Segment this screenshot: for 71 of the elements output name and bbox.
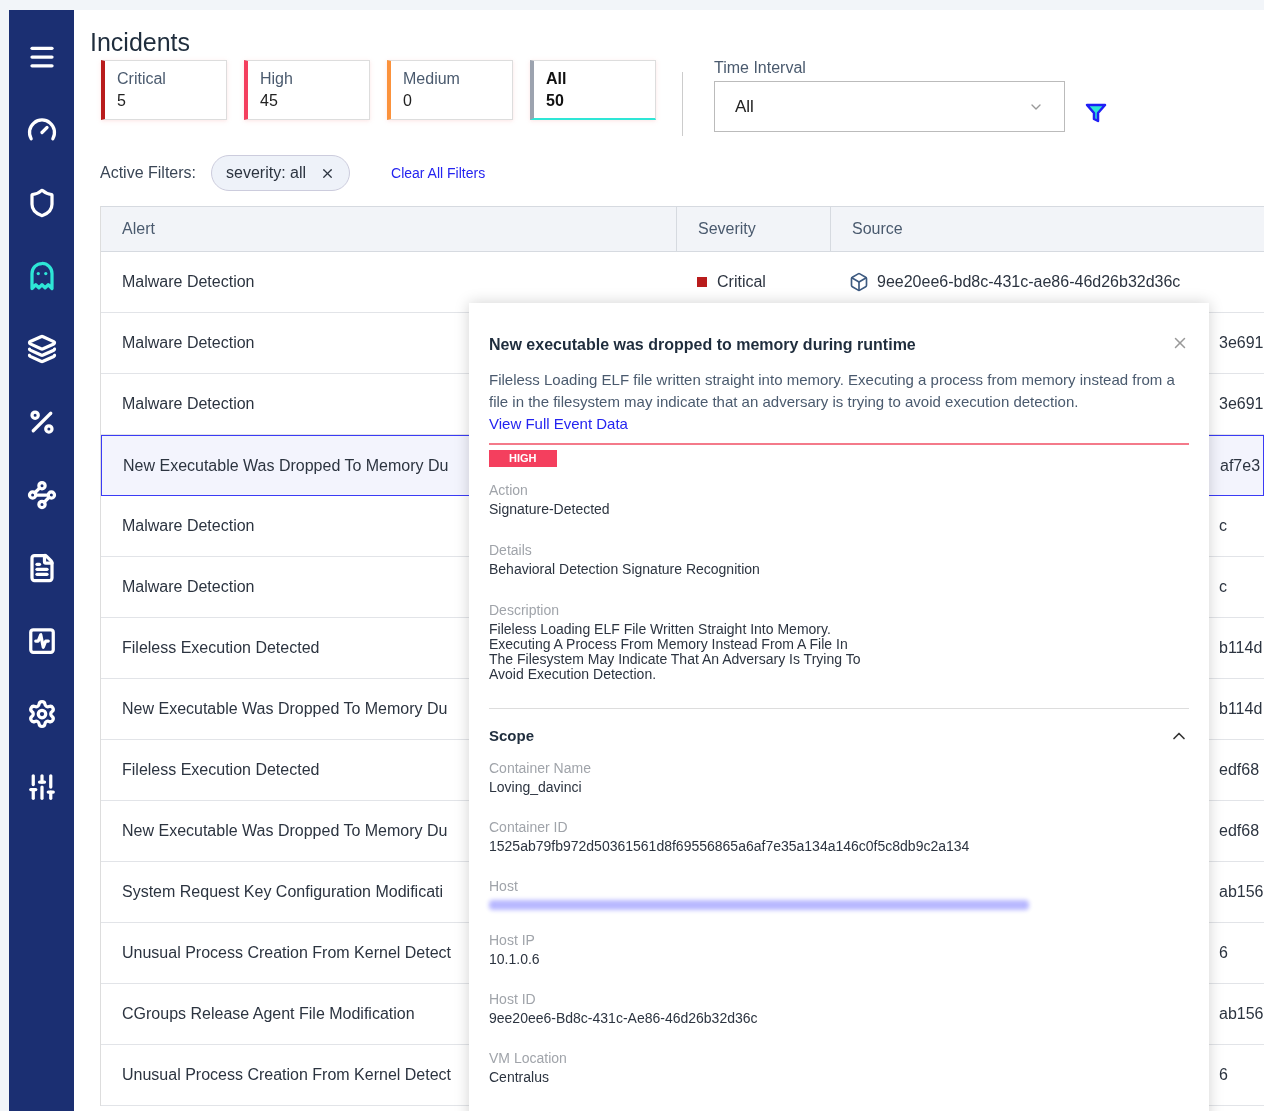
layers-icon[interactable] [26,334,57,364]
clear-filters-link[interactable]: Clear All Filters [391,162,486,184]
source-id: edf68 [1219,821,1260,841]
source-id: 3e691 [1219,333,1264,353]
field-value: Loving_davinci [489,777,583,797]
alert-name: System Request Key Configuration Modificati [122,883,444,900]
source-id: af7e3 [1220,455,1261,476]
field-value: Signature-Detected [489,502,611,517]
field-label: Container ID [489,817,569,836]
alert-name: New Executable Was Dropped To Memory Du [122,700,448,717]
event-data-link[interactable]: View Full Event Data [489,415,628,432]
column-header[interactable]: Source [831,207,1264,251]
page-title: Incidents [90,27,192,57]
source-id: 3e691 [1219,394,1264,414]
source-id: ab156 [1219,1004,1264,1024]
route-icon[interactable] [26,480,57,510]
field-value: 10.1.0.6 [489,949,541,969]
severity-label: Critical [717,272,766,292]
alert-name: Fileless Execution Detected [122,761,320,778]
alert-name: Malware Detection [122,578,255,595]
field-label: Host IP [489,930,536,949]
alert-name: Malware Detection [122,395,255,412]
severity-card[interactable]: Medium 0 [387,60,513,120]
field-value: Behavioral Detection Signature Recognition [489,562,761,577]
field-label: Container Name [489,758,592,777]
field-label: Host ID [489,989,537,1008]
panel-summary: Fileless Loading ELF file written straight into memory. Executing a process from memory instead from a file in the filesystem may indicate that an adversary is trying to avoid execution detection. View Full Event Data [489,370,1176,434]
panel-title: New executable was dropped to memory during runtime [489,335,916,355]
section-title: Scope [489,726,534,746]
field-label: Action [489,481,529,499]
source-id: ab156 [1219,882,1264,902]
column-header[interactable]: Alert [101,207,677,251]
alert-name: Malware Detection [122,273,255,290]
column-header[interactable]: Severity [677,207,831,251]
container-icon [849,272,869,292]
source-id: 6 [1219,1065,1228,1085]
source-id: b114d [1219,638,1263,658]
source-id: edf68 [1219,760,1260,780]
field-value: Fileless Loading ELF File Written Straight Into Memory. Executing A Process From Memory Instead From A File In The Filesystem May Indicate That An Adversary Is Trying To Avoid Execution Detection. [489,622,862,682]
field-value: Centralus [489,1067,550,1087]
alert-name: Malware Detection [122,517,255,534]
source-id: 6 [1219,943,1228,963]
alert-name: New Executable Was Dropped To Memory Du [122,822,448,839]
alert-name: New Executable Was Dropped To Memory Du [123,456,449,474]
field-label: VM Location [489,1048,568,1067]
alert-name: Fileless Execution Detected [122,639,320,656]
severity-card[interactable]: Critical 5 [101,60,227,120]
alert-name: Unusual Process Creation From Kernel Detect [122,944,452,961]
filter-icon[interactable] [1085,102,1107,124]
source-id: 9ee20ee6-bd8c-431c-ae86-46d26b32d36c [877,272,1181,292]
severity-card[interactable]: All 50 [530,60,656,120]
source-id: c [1219,577,1227,597]
alert-name: Unusual Process Creation From Kernel Detect [122,1066,452,1083]
filters-label: Active Filters: [100,163,196,183]
settings-icon[interactable] [26,699,57,729]
field-label: Host [489,876,519,895]
field-label: Description [489,601,561,619]
source-id: c [1219,516,1227,536]
filter-chip[interactable]: severity: all [211,155,351,191]
alert-name: Malware Detection [122,334,255,351]
field-label: Details [489,541,533,559]
alert-name: CGroups Release Agent File Modification [122,1005,415,1022]
field-value: 1525ab79fb972d50361561d8f69556865a6af7e35a134a146c0f5c8db9c2a134 [489,836,971,856]
severity-badge: HIGH [489,450,557,467]
severity-card[interactable]: High 45 [244,60,370,120]
time-interval-select[interactable]: All [714,81,1065,132]
field-value: 9ee20ee6-Bd8c-431c-Ae86-46d26b32d36c [489,1008,759,1028]
chart-square-icon[interactable] [26,626,57,656]
field-label: Time Interval [714,58,807,78]
sliders-icon[interactable] [26,772,57,802]
source-id: b114d [1219,699,1263,719]
